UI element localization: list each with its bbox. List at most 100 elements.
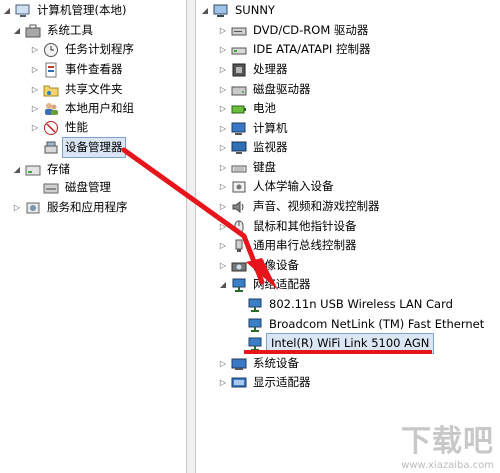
processor-icon	[231, 62, 247, 78]
collapse-arrow-icon[interactable]: ◢	[2, 1, 12, 20]
category-label: 声音、视频和游戏控制器	[253, 199, 380, 213]
performance-icon	[43, 120, 59, 136]
device-category-computer[interactable]: ▷ 计算机	[218, 119, 290, 138]
network-adapter-intel-wifi[interactable]: Intel(R) WiFi Link 5100 AGN	[234, 333, 435, 354]
tree-label: 存储	[47, 162, 70, 176]
device-category-keyboard[interactable]: ▷ 键盘	[218, 158, 278, 177]
category-label: DVD/CD-ROM 驱动器	[253, 23, 369, 37]
tree-item-performance[interactable]: ▷ 性能	[30, 118, 90, 137]
expand-arrow-icon[interactable]: ▷	[218, 256, 228, 275]
device-category-dvd[interactable]: ▷ DVD/CD-ROM 驱动器	[218, 21, 370, 40]
device-category-network[interactable]: ◢ 网络适配器	[218, 275, 313, 294]
watermark-brand: 下载吧	[401, 424, 494, 459]
category-label: 鼠标和其他指针设备	[253, 219, 357, 233]
tree-item-local-users[interactable]: ▷ 本地用户和组	[30, 99, 136, 118]
collapse-arrow-icon[interactable]: ◢	[12, 160, 22, 179]
tree-item-services-apps[interactable]: ▷ 服务和应用程序	[12, 198, 130, 217]
storage-icon	[25, 162, 41, 178]
tree-label: 任务计划程序	[65, 42, 134, 56]
tree-item-task-scheduler[interactable]: ▷ 任务计划程序	[30, 40, 136, 59]
device-category-hid[interactable]: ▷ 人体学输入设备	[218, 177, 336, 196]
category-label: 键盘	[253, 160, 276, 174]
services-icon	[25, 200, 41, 216]
device-category-sound[interactable]: ▷ 声音、视频和游戏控制器	[218, 197, 382, 216]
tree-label: 本地用户和组	[65, 101, 134, 115]
collapse-arrow-icon[interactable]: ◢	[218, 275, 228, 294]
expand-arrow-icon[interactable]: ▷	[218, 354, 228, 373]
pane-splitter[interactable]	[186, 0, 196, 473]
category-label: 系统设备	[253, 356, 299, 370]
expand-arrow-icon[interactable]: ▷	[30, 60, 40, 79]
device-manager-icon	[43, 140, 59, 156]
adapter-label: Intel(R) WiFi Link 5100 AGN	[265, 333, 435, 354]
expand-arrow-icon[interactable]: ▷	[218, 99, 228, 118]
category-label: 计算机	[253, 121, 288, 135]
network-adapter-icon	[247, 317, 263, 333]
speaker-icon	[231, 199, 247, 215]
keyboard-icon	[231, 160, 247, 176]
watermark: 下载吧 www.xiazaiba.com	[401, 416, 494, 471]
adapter-label: Broadcom NetLink (TM) Fast Ethernet	[269, 317, 485, 331]
adapter-label: 802.11n USB Wireless LAN Card	[269, 297, 453, 311]
expand-arrow-icon[interactable]: ▷	[218, 138, 228, 157]
watermark-url: www.xiazaiba.com	[401, 460, 494, 471]
tree-item-event-viewer[interactable]: ▷ 事件查看器	[30, 60, 125, 79]
expand-arrow-icon[interactable]: ▷	[218, 197, 228, 216]
category-label: 通用串行总线控制器	[253, 238, 357, 252]
dvd-drive-icon	[231, 23, 247, 39]
tree-item-shared-folders[interactable]: ▷ 共享文件夹	[30, 80, 125, 99]
collapse-arrow-icon[interactable]: ◢	[200, 1, 210, 20]
expand-arrow-icon[interactable]: ▷	[12, 198, 22, 217]
device-category-display[interactable]: ▷ 显示适配器	[218, 373, 313, 392]
device-category-disk[interactable]: ▷ 磁盘驱动器	[218, 80, 313, 99]
collapse-arrow-icon[interactable]: ◢	[12, 21, 22, 40]
shared-folder-icon	[43, 82, 59, 98]
expand-arrow-icon[interactable]: ▷	[218, 177, 228, 196]
expand-arrow-icon[interactable]: ▷	[218, 21, 228, 40]
expand-arrow-icon[interactable]: ▷	[218, 40, 228, 59]
expand-arrow-icon[interactable]: ▷	[218, 236, 228, 255]
expand-arrow-icon[interactable]: ▷	[218, 373, 228, 392]
expand-arrow-icon[interactable]: ▷	[30, 40, 40, 59]
device-category-battery[interactable]: ▷ 电池	[218, 99, 278, 118]
tree-root[interactable]: ◢ 计算机管理(本地)	[2, 1, 128, 20]
tree-item-storage[interactable]: ◢ 存储	[12, 160, 72, 179]
category-label: 磁盘驱动器	[253, 82, 311, 96]
expand-arrow-icon[interactable]: ▷	[218, 119, 228, 138]
category-label: 监视器	[253, 140, 288, 154]
system-device-icon	[231, 356, 247, 372]
tree-item-device-manager[interactable]: 设备管理器	[30, 137, 126, 158]
device-category-mouse[interactable]: ▷ 鼠标和其他指针设备	[218, 217, 359, 236]
expand-arrow-icon[interactable]: ▷	[218, 217, 228, 236]
expand-arrow-icon[interactable]: ▷	[218, 60, 228, 79]
device-category-monitor[interactable]: ▷ 监视器	[218, 138, 290, 157]
device-category-processor[interactable]: ▷ 处理器	[218, 60, 290, 79]
device-category-imaging[interactable]: ▷ 图像设备	[218, 256, 301, 275]
expand-arrow-icon[interactable]: ▷	[30, 99, 40, 118]
category-label: 网络适配器	[253, 277, 311, 291]
monitor-icon	[231, 140, 247, 156]
device-category-system[interactable]: ▷ 系统设备	[218, 354, 301, 373]
device-category-ide[interactable]: ▷ IDE ATA/ATAPI 控制器	[218, 40, 372, 59]
tree-item-disk-management[interactable]: 磁盘管理	[30, 178, 113, 197]
computer-icon	[213, 3, 229, 19]
network-adapter-usb-wireless[interactable]: 802.11n USB Wireless LAN Card	[234, 295, 455, 314]
expand-arrow-icon[interactable]: ▷	[218, 80, 228, 99]
disk-drive-icon	[231, 82, 247, 98]
mouse-icon	[231, 219, 247, 235]
expand-arrow-icon[interactable]: ▷	[218, 158, 228, 177]
device-tree-root[interactable]: ◢ SUNNY	[200, 1, 277, 20]
expand-arrow-icon[interactable]: ▷	[30, 80, 40, 99]
tree-label: 系统工具	[47, 23, 93, 37]
left-tree-pane: ◢ 计算机管理(本地) ◢ 系统工具 ▷ 任务计划程序 ▷ 事件查看器 ▷ 共享…	[0, 0, 186, 473]
network-adapter-broadcom[interactable]: Broadcom NetLink (TM) Fast Ethernet	[234, 315, 486, 334]
tree-item-system-tools[interactable]: ◢ 系统工具	[12, 21, 95, 40]
users-icon	[43, 101, 59, 117]
expand-arrow-icon[interactable]: ▷	[30, 118, 40, 137]
tree-label: 性能	[65, 120, 88, 134]
tree-label: 磁盘管理	[65, 180, 111, 194]
device-category-usb[interactable]: ▷ 通用串行总线控制器	[218, 236, 359, 255]
computer-management-icon	[15, 3, 31, 19]
hid-icon	[231, 179, 247, 195]
category-label: IDE ATA/ATAPI 控制器	[253, 42, 371, 56]
